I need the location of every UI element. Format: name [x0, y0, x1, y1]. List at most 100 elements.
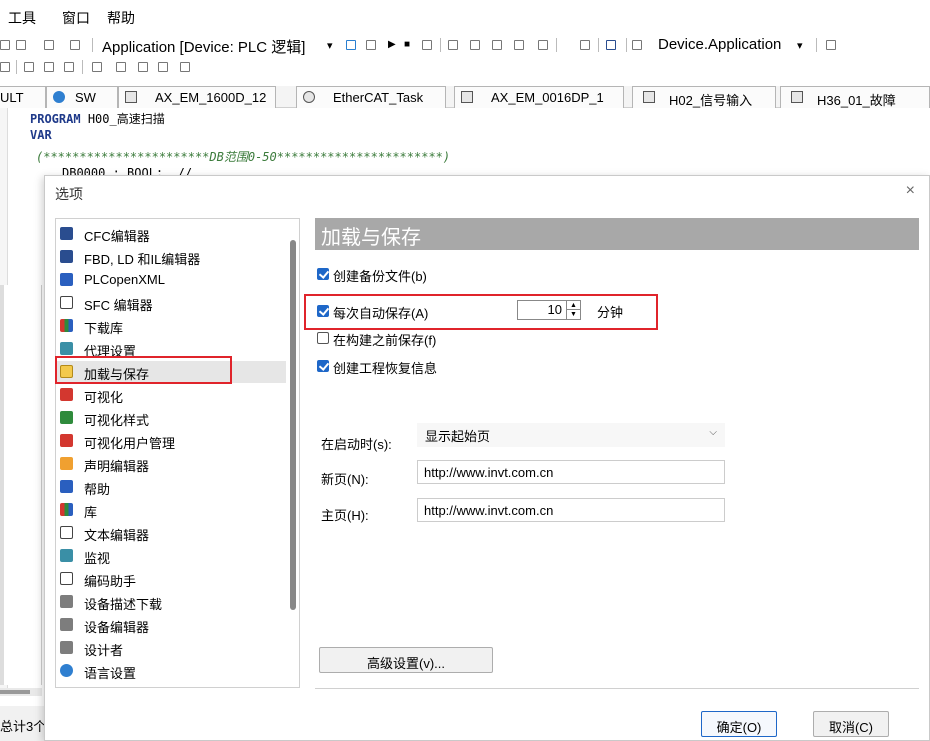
breakpoint-icon[interactable] [514, 40, 524, 50]
device-icon[interactable] [632, 40, 642, 50]
insert-contact-icon[interactable] [0, 62, 10, 72]
cursor-icon[interactable] [538, 40, 548, 50]
category-label: 设备编辑器 [84, 620, 150, 635]
category-item[interactable]: 编码助手 [56, 568, 286, 590]
tab-ethercat-task[interactable]: EtherCAT_Task [296, 86, 446, 108]
category-item[interactable]: 监视 [56, 545, 286, 567]
category-label: 可视化样式 [84, 413, 150, 428]
coding-assistant-icon [60, 572, 73, 585]
device-description-icon [60, 595, 73, 608]
reset-icon[interactable] [422, 40, 432, 50]
stepper-up-icon[interactable]: ▲ [567, 301, 580, 310]
tab-ax-em-1600d[interactable]: AX_EM_1600D_12 [118, 86, 276, 108]
chevron-down-icon[interactable]: ▾ [327, 39, 333, 52]
horizontal-scrollbar[interactable] [0, 688, 42, 696]
menu-window[interactable]: 窗口 [62, 8, 90, 28]
chevron-down-icon[interactable]: ▾ [797, 39, 803, 52]
logout-icon[interactable] [366, 40, 376, 50]
category-label: 帮助 [84, 482, 111, 497]
category-item[interactable]: 设计者 [56, 637, 286, 659]
cancel-button[interactable]: 取消(C) [813, 711, 889, 737]
insert-comment-icon[interactable] [180, 62, 190, 72]
visual-style-icon [60, 411, 73, 424]
code-line-4[interactable]: DB0000 : BOOL; // [62, 166, 192, 175]
category-item[interactable]: PLCopenXML [56, 269, 286, 291]
category-item[interactable]: 语言设置 [56, 660, 286, 682]
category-item[interactable]: 下载库 [56, 315, 286, 337]
category-item[interactable]: SFC 编辑器 [56, 292, 286, 314]
category-label: 可视化 [84, 390, 124, 405]
category-label: CFC编辑器 [84, 229, 150, 244]
insert-box-icon[interactable] [44, 62, 54, 72]
stepper-down-icon[interactable]: ▼ [567, 310, 580, 319]
category-list: CFC编辑器 FBD, LD 和IL编辑器 PLCopenXML SFC 编辑器下载库… [55, 218, 300, 688]
run-icon[interactable]: ▶ [388, 39, 396, 50]
new-page-input[interactable] [417, 460, 725, 484]
category-item[interactable]: 可视化样式 [56, 407, 286, 429]
code-line-3[interactable]: (***********************DB范围0-50********… [36, 148, 450, 165]
home-page-input[interactable] [417, 498, 725, 522]
tab-ult[interactable]: ULT [0, 86, 46, 108]
close-icon[interactable]: × [906, 182, 915, 200]
program-icon [643, 91, 655, 103]
category-item[interactable]: 帮助 [56, 476, 286, 498]
program-icon [791, 91, 803, 103]
category-item[interactable]: 声明编辑器 [56, 453, 286, 475]
cfc-editor-icon [60, 227, 73, 240]
category-label: 设备描述下载 [84, 597, 163, 612]
proxy-icon [60, 342, 73, 355]
dialog-title: 选项 [55, 186, 83, 202]
save-icon[interactable] [70, 40, 80, 50]
tab-sw[interactable]: SW [46, 86, 118, 108]
login-icon[interactable] [346, 40, 356, 50]
menu-tools[interactable]: 工具 [8, 8, 36, 28]
write-icon[interactable] [606, 40, 616, 50]
new-item-icon[interactable] [16, 40, 26, 50]
pin-icon[interactable] [826, 40, 836, 50]
step-over-icon[interactable] [448, 40, 458, 50]
category-label: 可视化用户管理 [84, 436, 176, 451]
interval-unit: 分钟 [597, 305, 624, 320]
category-label: 语言设置 [84, 666, 137, 681]
category-label: 下载库 [84, 321, 124, 336]
device-icon [461, 91, 473, 103]
code-line-2[interactable]: VAR [30, 128, 52, 142]
category-item[interactable]: 库 [56, 499, 286, 521]
stop-icon[interactable]: ■ [404, 39, 410, 50]
insert-label-icon[interactable] [158, 62, 168, 72]
step-into-icon[interactable] [470, 40, 480, 50]
force-icon[interactable] [580, 40, 590, 50]
code-line-1[interactable]: PROGRAM H00_高速扫描 [30, 110, 165, 127]
category-item[interactable]: FBD, LD 和IL编辑器 [56, 246, 286, 268]
category-label: PLCopenXML [84, 272, 165, 287]
device-application-combo[interactable]: Device.Application [658, 36, 781, 53]
category-item[interactable]: 可视化用户管理 [56, 430, 286, 452]
insert-jump-icon[interactable] [116, 62, 126, 72]
declaration-editor-icon [60, 457, 73, 470]
auto-save-interval-stepper[interactable]: 10 ▲ ▼ [517, 300, 581, 320]
category-item[interactable]: 设备描述下载 [56, 591, 286, 613]
tab-h36[interactable]: H36_01_故障 [780, 86, 930, 108]
application-combo[interactable]: Application [Device: PLC 逻辑] [102, 36, 305, 57]
open-icon[interactable] [44, 40, 54, 50]
category-item[interactable]: 可视化 [56, 384, 286, 406]
category-scrollbar[interactable] [288, 218, 297, 688]
advanced-settings-button[interactable]: 高级设置(v)... [319, 647, 493, 673]
tab-ax-em-0016dp[interactable]: AX_EM_0016DP_1 [454, 86, 624, 108]
category-item[interactable]: CFC编辑器 [56, 223, 286, 245]
ok-button[interactable]: 确定(O) [701, 711, 777, 737]
menu-help[interactable]: 帮助 [107, 8, 135, 28]
category-item[interactable]: 文本编辑器 [56, 522, 286, 544]
toolbar-icon[interactable] [0, 40, 10, 50]
tab-h02[interactable]: H02_信号输入 [632, 86, 776, 108]
category-item[interactable]: 设备编辑器 [56, 614, 286, 636]
globe-icon [53, 91, 65, 103]
library-download-icon [60, 319, 73, 332]
on-startup-select[interactable]: 显示起始页 ⌵ [417, 423, 725, 447]
category-label: 编码助手 [84, 574, 137, 589]
insert-branch-icon[interactable] [64, 62, 74, 72]
insert-return-icon[interactable] [138, 62, 148, 72]
insert-network-icon[interactable] [92, 62, 102, 72]
insert-coil-icon[interactable] [24, 62, 34, 72]
step-out-icon[interactable] [492, 40, 502, 50]
